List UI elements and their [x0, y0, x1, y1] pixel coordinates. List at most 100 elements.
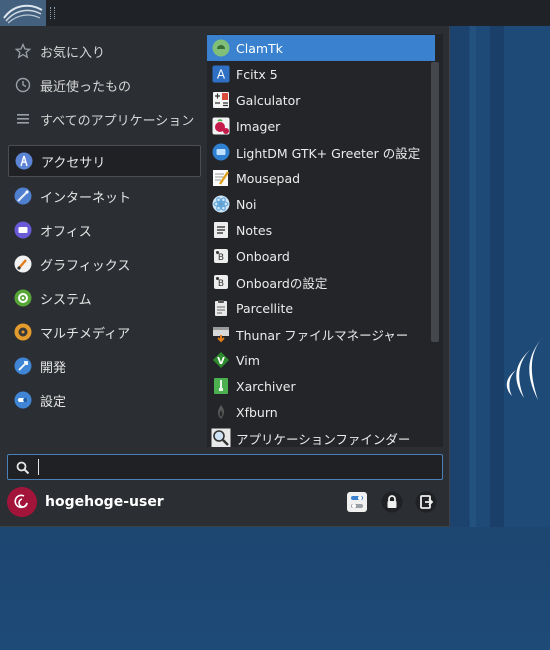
- app-label: アプリケーションファインダー: [236, 431, 411, 447]
- whisker-menu-button[interactable]: [0, 0, 46, 26]
- panel-separator: [50, 7, 55, 19]
- app-finder-icon: [211, 428, 231, 447]
- app-label: Xarchiver: [236, 378, 296, 394]
- app-clamtk[interactable]: ClamTk: [207, 35, 435, 61]
- keyboard-settings-icon: B: [211, 272, 231, 292]
- app-lightdm-greeter-settings[interactable]: LightDM GTK+ Greeter の設定: [207, 139, 435, 165]
- raspberry-imager-icon: [211, 116, 231, 136]
- category-label: オフィス: [40, 224, 92, 240]
- file-manager-icon: [211, 324, 231, 344]
- keyboard-icon: B: [211, 246, 231, 266]
- app-application-finder[interactable]: アプリケーションファインダー: [207, 425, 435, 447]
- app-label: Xfburn: [236, 404, 278, 420]
- lock-screen-button[interactable]: [380, 490, 404, 514]
- app-label: Fcitx 5: [236, 66, 278, 82]
- settings-icon: [14, 391, 32, 409]
- category-recent[interactable]: 最近使ったもの: [8, 69, 201, 101]
- settings-icon: [347, 492, 367, 512]
- search-icon: [16, 460, 30, 475]
- application-list: ClamTk A Fcitx 5 Galculator Imager Light…: [207, 34, 443, 447]
- app-imager[interactable]: Imager: [207, 113, 435, 139]
- search-input[interactable]: [38, 459, 39, 475]
- accessories-icon: [15, 152, 33, 170]
- clamtk-icon: [211, 38, 231, 58]
- lock-icon: [381, 491, 403, 513]
- app-parcellite[interactable]: Parcellite: [207, 295, 435, 321]
- app-vim[interactable]: V Vim: [207, 347, 435, 373]
- svg-text:B: B: [218, 253, 224, 263]
- app-galculator[interactable]: Galculator: [207, 87, 435, 113]
- category-development[interactable]: 開発: [8, 350, 201, 382]
- category-favorites[interactable]: お気に入り: [8, 35, 201, 67]
- application-menu: お気に入り 最近使ったもの すべてのアプリケーション アクセサリ インターネット: [0, 26, 450, 527]
- noi-icon: [211, 194, 231, 214]
- svg-text:V: V: [217, 356, 225, 367]
- top-panel: [0, 0, 550, 26]
- menu-logo-icon: [3, 4, 43, 24]
- app-onboard[interactable]: B Onboard: [207, 243, 435, 269]
- app-label: Parcellite: [236, 300, 294, 316]
- category-graphics[interactable]: グラフィックス: [8, 248, 201, 280]
- avatar: [7, 487, 37, 517]
- app-label: Imager: [236, 118, 281, 134]
- app-label: Galculator: [236, 92, 301, 108]
- category-label: アクセサリ: [41, 155, 106, 171]
- graphics-icon: [14, 255, 32, 273]
- category-internet[interactable]: インターネット: [8, 180, 201, 212]
- clipboard-icon: [211, 298, 231, 318]
- category-label: お気に入り: [40, 45, 106, 61]
- application-list-scrollbar[interactable]: [431, 62, 439, 342]
- clock-icon: [14, 76, 32, 94]
- app-label: LightDM GTK+ Greeter の設定: [236, 145, 421, 161]
- category-multimedia[interactable]: マルチメディア: [8, 316, 201, 348]
- notes-icon: [211, 220, 231, 240]
- logout-icon: [415, 491, 437, 513]
- star-icon: [14, 42, 32, 60]
- search-field[interactable]: [7, 454, 443, 480]
- app-xfburn[interactable]: Xfburn: [207, 399, 435, 425]
- app-thunar[interactable]: Thunar ファイルマネージャー: [207, 321, 435, 347]
- svg-text:A: A: [217, 68, 226, 82]
- app-label: Mousepad: [236, 170, 301, 186]
- category-label: マルチメディア: [40, 326, 131, 342]
- category-label: グラフィックス: [40, 258, 131, 274]
- app-onboard-settings[interactable]: B Onboardの設定: [207, 269, 435, 295]
- desktop-logo: [506, 335, 545, 400]
- app-noi[interactable]: Noi: [207, 191, 435, 217]
- category-label: インターネット: [40, 190, 132, 206]
- debian-logo-icon: [14, 494, 28, 509]
- archive-icon: [211, 376, 231, 396]
- development-icon: [14, 357, 32, 375]
- app-label: Thunar ファイルマネージャー: [236, 327, 409, 343]
- app-label: Onboard: [236, 248, 290, 264]
- app-xarchiver[interactable]: Xarchiver: [207, 373, 435, 399]
- fcitx-icon: A: [211, 64, 231, 84]
- list-icon: [14, 110, 32, 128]
- app-label: Vim: [236, 352, 260, 368]
- category-label: すべてのアプリケーション: [40, 113, 195, 129]
- category-office[interactable]: オフィス: [8, 214, 201, 246]
- app-mousepad[interactable]: Mousepad: [207, 165, 435, 191]
- user-info: hogehoge-user: [7, 487, 164, 517]
- app-label: ClamTk: [236, 40, 283, 56]
- app-label: Notes: [236, 222, 273, 238]
- lightdm-icon: [211, 142, 231, 162]
- category-label: システム: [40, 292, 92, 308]
- app-label: Noi: [236, 196, 257, 212]
- app-fcitx[interactable]: A Fcitx 5: [207, 61, 435, 87]
- text-editor-icon: [211, 168, 231, 188]
- app-notes[interactable]: Notes: [207, 217, 435, 243]
- category-accessories[interactable]: アクセサリ: [8, 145, 201, 177]
- category-settings[interactable]: 設定: [8, 384, 201, 416]
- category-system[interactable]: システム: [8, 282, 201, 314]
- vim-icon: V: [211, 350, 231, 370]
- office-icon: [14, 221, 32, 239]
- calculator-icon: [211, 90, 231, 110]
- settings-manager-button[interactable]: [345, 490, 369, 514]
- system-icon: [14, 289, 32, 307]
- app-label: Onboardの設定: [236, 275, 328, 291]
- category-all-applications[interactable]: すべてのアプリケーション: [8, 103, 201, 135]
- logout-button[interactable]: [414, 490, 438, 514]
- category-label: 最近使ったもの: [40, 79, 132, 95]
- disc-burner-icon: [211, 402, 231, 422]
